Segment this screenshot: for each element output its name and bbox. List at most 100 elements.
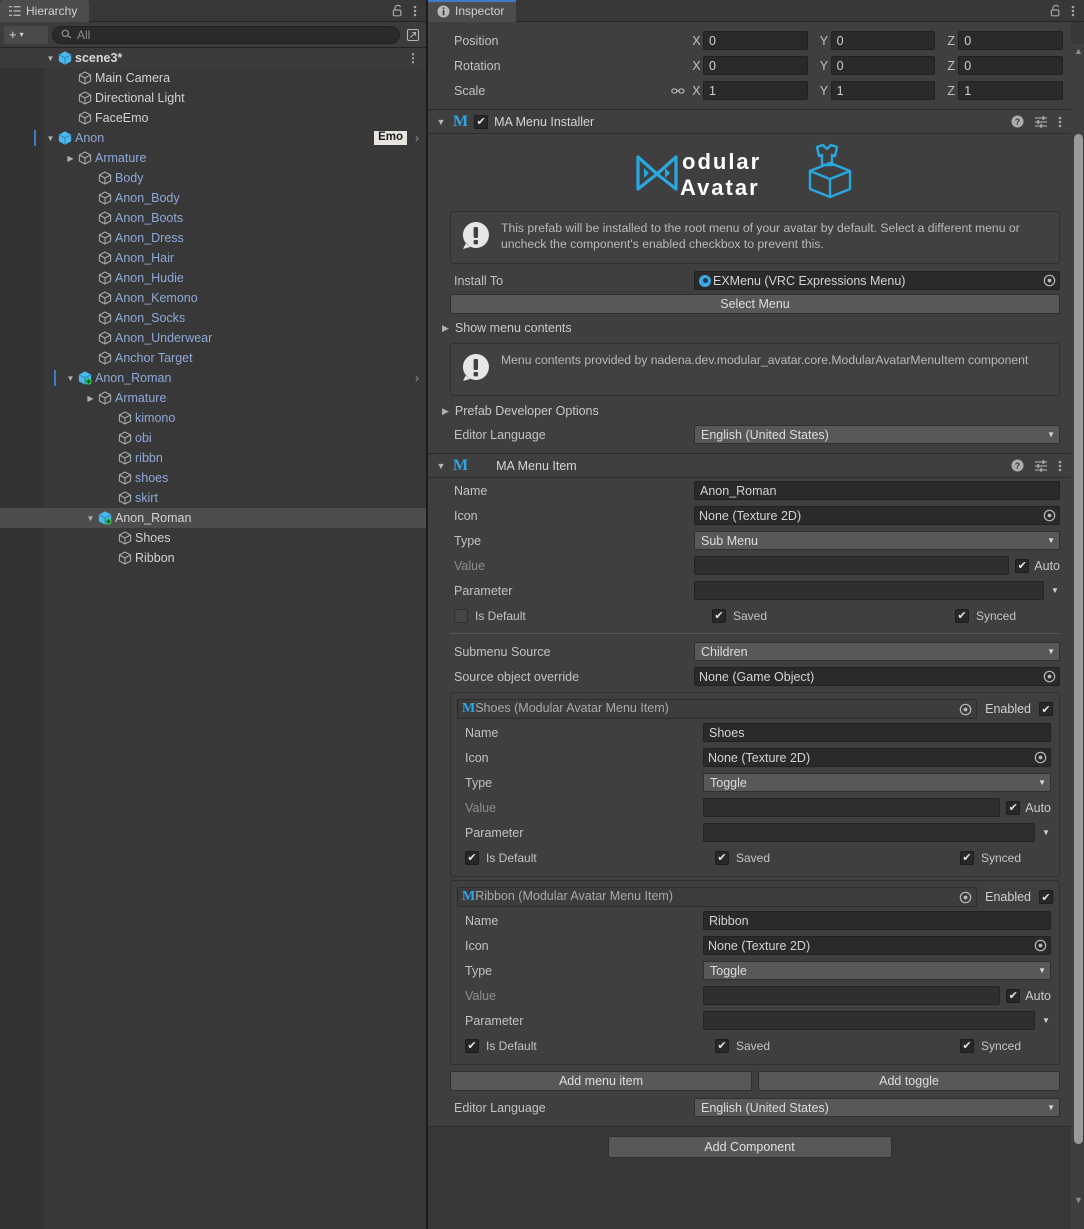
foldout-arrow-icon[interactable]: ▼: [435, 117, 447, 127]
kebab-menu-icon[interactable]: [1058, 115, 1062, 129]
type-dropdown[interactable]: Sub Menu ▼: [694, 531, 1060, 550]
hierarchy-row[interactable]: Anon_Dress: [0, 228, 426, 248]
install-to-object-field[interactable]: EXMenu (VRC Expressions Menu): [694, 271, 1060, 290]
nested-is-default-checkbox[interactable]: ✔: [465, 1038, 479, 1053]
nested-value-input[interactable]: [703, 986, 1001, 1005]
nested-value-input[interactable]: [703, 798, 1001, 817]
preset-icon[interactable]: [1034, 115, 1048, 128]
search-input[interactable]: All: [52, 25, 400, 44]
select-menu-button[interactable]: Select Menu: [450, 294, 1060, 314]
create-button[interactable]: + ▾: [4, 25, 48, 44]
rotation-y-field[interactable]: 0: [830, 56, 936, 75]
chevron-down-icon[interactable]: ▼: [1041, 1016, 1051, 1025]
enabled-checkbox[interactable]: ✔: [1039, 702, 1053, 716]
object-picker-icon[interactable]: [1033, 751, 1048, 764]
nested-parameter-input[interactable]: [703, 1011, 1035, 1030]
editor-language-dropdown-2[interactable]: English (United States) ▼: [694, 1098, 1060, 1117]
nested-type-dropdown[interactable]: Toggle ▼: [703, 961, 1051, 980]
nested-object-field[interactable]: MShoes (Modular Avatar Menu Item): [457, 699, 978, 719]
scale-x-field[interactable]: 1: [703, 81, 808, 100]
hierarchy-row[interactable]: ribbn: [0, 448, 426, 468]
auto-checkbox[interactable]: ✔: [1015, 558, 1030, 573]
component-enabled-checkbox[interactable]: ✔: [474, 114, 489, 129]
kebab-menu-icon[interactable]: [1071, 4, 1075, 18]
inspector-scroll-thumb[interactable]: [1074, 134, 1083, 1144]
object-picker-icon[interactable]: [1042, 670, 1057, 683]
chevron-right-icon[interactable]: ›: [415, 131, 419, 145]
kebab-menu-icon[interactable]: ⋮: [407, 52, 419, 64]
icon-object-field[interactable]: None (Texture 2D): [694, 506, 1060, 525]
inspector-scrollbar[interactable]: ▲ ▼: [1071, 44, 1084, 1229]
hierarchy-row[interactable]: obi: [0, 428, 426, 448]
hierarchy-row[interactable]: ▶ Armature: [0, 388, 426, 408]
nested-type-dropdown[interactable]: Toggle ▼: [703, 773, 1051, 792]
nested-auto-group[interactable]: ✔ Auto: [1006, 800, 1051, 815]
foldout-arrow-icon[interactable]: ▼: [435, 461, 447, 471]
source-object-override-field[interactable]: None (Game Object): [694, 667, 1060, 686]
position-y-field[interactable]: 0: [830, 31, 936, 50]
add-menu-item-button[interactable]: Add menu item: [450, 1071, 752, 1091]
hierarchy-row[interactable]: Directional Light: [0, 88, 426, 108]
hierarchy-row[interactable]: Anon_Kemono: [0, 288, 426, 308]
hierarchy-row[interactable]: ▼ Anon_Roman: [0, 508, 426, 528]
tab-hierarchy[interactable]: Hierarchy: [0, 0, 90, 22]
help-icon[interactable]: ?: [1011, 115, 1024, 128]
editor-language-dropdown[interactable]: English (United States) ▼: [694, 425, 1060, 444]
tab-inspector[interactable]: Inspector: [428, 0, 517, 22]
hierarchy-scene-row[interactable]: ▼ scene3* ⋮: [0, 48, 426, 68]
hierarchy-row[interactable]: kimono: [0, 408, 426, 428]
row-twisty-icon[interactable]: ▼: [44, 54, 57, 63]
submenu-source-dropdown[interactable]: Children ▼: [694, 642, 1060, 661]
hierarchy-row[interactable]: Anon_Boots: [0, 208, 426, 228]
nested-icon-object-field[interactable]: None (Texture 2D): [703, 748, 1051, 767]
object-picker-icon[interactable]: [958, 703, 973, 716]
nested-saved-group[interactable]: ✔ Saved: [715, 1038, 960, 1053]
show-menu-contents-foldout[interactable]: ▶ Show menu contents: [428, 317, 1071, 339]
row-twisty-icon[interactable]: ▶: [84, 394, 97, 403]
preset-icon[interactable]: [1034, 459, 1048, 472]
nested-is-default-group[interactable]: ✔ Is Default: [465, 1038, 715, 1053]
row-twisty-icon[interactable]: ▼: [44, 134, 57, 143]
hierarchy-row[interactable]: Shoes: [0, 528, 426, 548]
ma-menu-item-header[interactable]: ▼ M MA Menu Item ?: [428, 453, 1071, 478]
scroll-up-icon[interactable]: ▲: [1074, 46, 1083, 56]
ma-menu-installer-header[interactable]: ▼ M ✔ MA Menu Installer ?: [428, 109, 1071, 134]
nested-parameter-input[interactable]: [703, 823, 1035, 842]
hierarchy-row[interactable]: Anon_Underwear: [0, 328, 426, 348]
hierarchy-row[interactable]: ▶ Armature: [0, 148, 426, 168]
synced-group[interactable]: ✔ Synced: [955, 608, 1060, 623]
position-z-field[interactable]: 0: [958, 31, 1063, 50]
hierarchy-tree[interactable]: ▼ scene3* ⋮ Main Camera Directional Light Fac…: [0, 48, 426, 1229]
kebab-menu-icon[interactable]: [1058, 459, 1062, 473]
scale-z-field[interactable]: 1: [958, 81, 1063, 100]
hierarchy-row[interactable]: Anon_Body: [0, 188, 426, 208]
open-in-new-icon[interactable]: [404, 26, 422, 44]
saved-checkbox[interactable]: ✔: [712, 608, 726, 623]
hierarchy-row[interactable]: Body: [0, 168, 426, 188]
nested-is-default-checkbox[interactable]: ✔: [465, 850, 479, 865]
chevron-down-icon[interactable]: ▼: [1041, 828, 1051, 837]
hierarchy-row[interactable]: Anon_Socks: [0, 308, 426, 328]
lock-open-icon[interactable]: [392, 4, 404, 17]
nested-synced-checkbox[interactable]: ✔: [960, 850, 974, 865]
scale-y-field[interactable]: 1: [830, 81, 936, 100]
object-picker-icon[interactable]: [1033, 939, 1048, 952]
add-component-button[interactable]: Add Component: [607, 1136, 892, 1158]
nested-saved-group[interactable]: ✔ Saved: [715, 850, 960, 865]
add-toggle-button[interactable]: Add toggle: [758, 1071, 1060, 1091]
nested-name-input[interactable]: Shoes: [703, 723, 1051, 742]
nested-saved-checkbox[interactable]: ✔: [715, 1038, 729, 1053]
rotation-z-field[interactable]: 0: [958, 56, 1063, 75]
auto-checkbox-group[interactable]: ✔ Auto: [1015, 558, 1060, 573]
synced-checkbox[interactable]: ✔: [955, 608, 969, 623]
rotation-x-field[interactable]: 0: [703, 56, 808, 75]
chevron-down-icon[interactable]: ▼: [1050, 586, 1060, 595]
row-twisty-icon[interactable]: ▼: [64, 374, 77, 383]
hierarchy-row[interactable]: FaceEmo: [0, 108, 426, 128]
constrain-proportions-icon[interactable]: [668, 86, 688, 96]
nested-icon-object-field[interactable]: None (Texture 2D): [703, 936, 1051, 955]
hierarchy-row[interactable]: ▼ Anon_Roman ›: [0, 368, 426, 388]
object-picker-icon[interactable]: [1042, 274, 1057, 287]
value-input[interactable]: [694, 556, 1010, 575]
chevron-right-icon[interactable]: ›: [415, 371, 419, 385]
